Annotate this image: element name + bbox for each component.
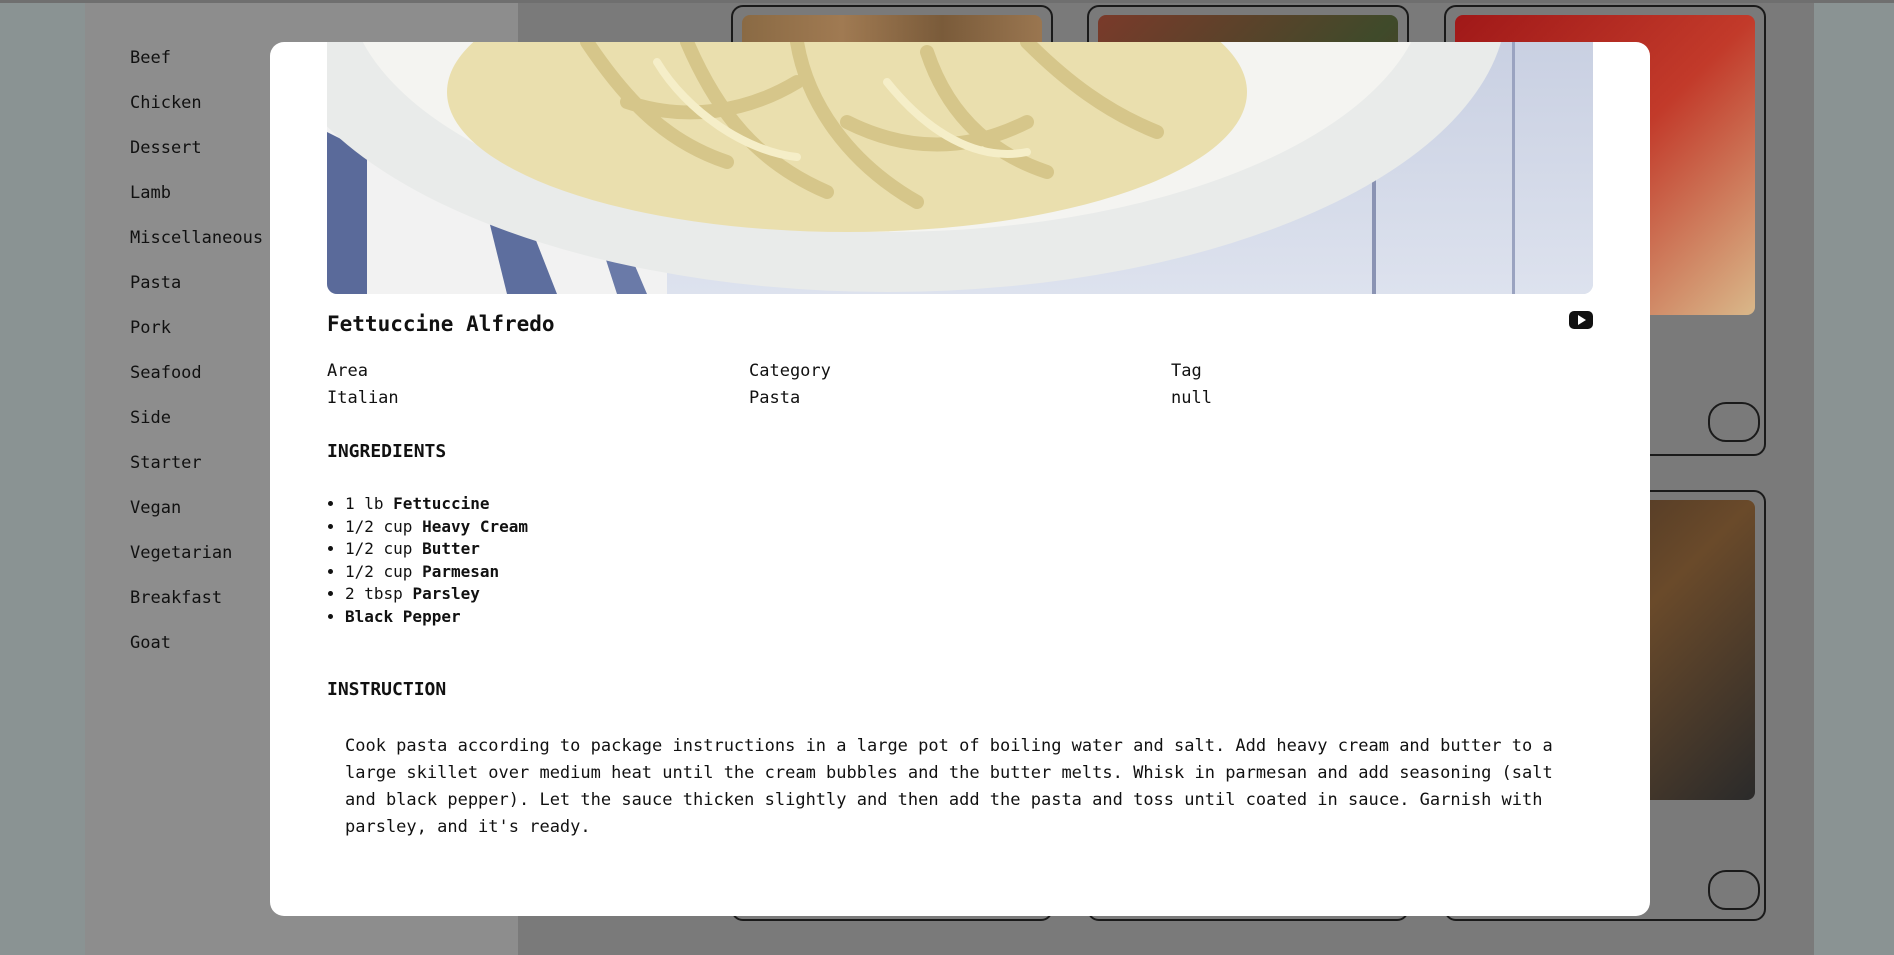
sidebar-item-pasta[interactable]: Pasta — [130, 271, 263, 316]
ingredient-measure: 1 lb — [345, 494, 384, 513]
sidebar-item-lamb[interactable]: Lamb — [130, 181, 263, 226]
ingredient-name: Black Pepper — [345, 606, 461, 626]
ingredient-measure: 1/2 cup — [345, 516, 413, 536]
tag-info: Tag null — [1171, 358, 1212, 412]
ingredient-name: Heavy Cream — [422, 516, 529, 536]
sidebar-item-breakfast[interactable]: Breakfast — [130, 586, 263, 631]
ingredient-item: 1 lb Fettuccine — [345, 493, 528, 516]
ingredient-item: 1/2 cup Butter — [345, 538, 528, 561]
sidebar-item-vegan[interactable]: Vegan — [130, 496, 263, 541]
meal-image — [327, 42, 1593, 294]
sidebar-item-side[interactable]: Side — [130, 406, 263, 451]
sidebar-item-vegetarian[interactable]: Vegetarian — [130, 541, 263, 586]
category-info: Category Pasta — [749, 358, 831, 412]
sidebar-item-chicken[interactable]: Chicken — [130, 91, 263, 136]
ingredient-name: Fettuccine — [393, 494, 490, 513]
view-recipe-button[interactable] — [1708, 402, 1760, 442]
ingredient-name: Butter — [422, 539, 480, 558]
ingredients-heading: INGREDIENTS — [327, 441, 447, 462]
sidebar-item-seafood[interactable]: Seafood — [130, 361, 263, 406]
ingredient-item: 1/2 cup Parmesan — [345, 561, 528, 584]
ingredient-item: Black Pepper — [345, 606, 528, 629]
sidebar-item-miscellaneous[interactable]: Miscellaneous — [130, 226, 263, 271]
meal-title: Fettuccine Alfredo — [327, 312, 555, 336]
ingredient-measure: 2 tbsp — [345, 584, 403, 603]
area-info: Area Italian — [327, 358, 399, 412]
instruction-text: Cook pasta according to package instruct… — [345, 736, 1553, 837]
area-value: Italian — [327, 388, 399, 408]
youtube-icon[interactable] — [1569, 311, 1593, 329]
category-value: Pasta — [749, 388, 801, 408]
instruction-heading: INSTRUCTION — [327, 679, 447, 700]
tag-label: Tag — [1171, 361, 1202, 381]
sidebar-item-beef[interactable]: Beef — [130, 46, 263, 91]
ingredients-list: 1 lb Fettuccine1/2 cup Heavy Cream1/2 cu… — [327, 493, 528, 628]
meal-detail-modal: Fettuccine Alfredo Area Italian Category… — [270, 42, 1650, 916]
ingredient-item: 2 tbsp Parsley — [345, 583, 528, 606]
view-recipe-button[interactable] — [1708, 870, 1760, 910]
ingredient-measure: 1/2 cup — [345, 539, 413, 558]
pasta-photo — [327, 42, 1593, 294]
ingredient-measure: 1/2 cup — [345, 561, 413, 581]
category-label: Category — [749, 361, 831, 381]
category-list: Beef Chicken Dessert Lamb Miscellaneous Pasta… — [130, 46, 263, 676]
sidebar-item-dessert[interactable]: Dessert — [130, 136, 263, 181]
sidebar-item-starter[interactable]: Starter — [130, 451, 263, 496]
ingredient-name: Parmesan — [422, 561, 500, 581]
area-label: Area — [327, 361, 368, 381]
sidebar-item-goat[interactable]: Goat — [130, 631, 263, 676]
sidebar-item-pork[interactable]: Pork — [130, 316, 263, 361]
tag-value: null — [1171, 388, 1212, 408]
ingredient-item: 1/2 cup Heavy Cream — [345, 516, 528, 539]
ingredient-name: Parsley — [412, 584, 480, 603]
